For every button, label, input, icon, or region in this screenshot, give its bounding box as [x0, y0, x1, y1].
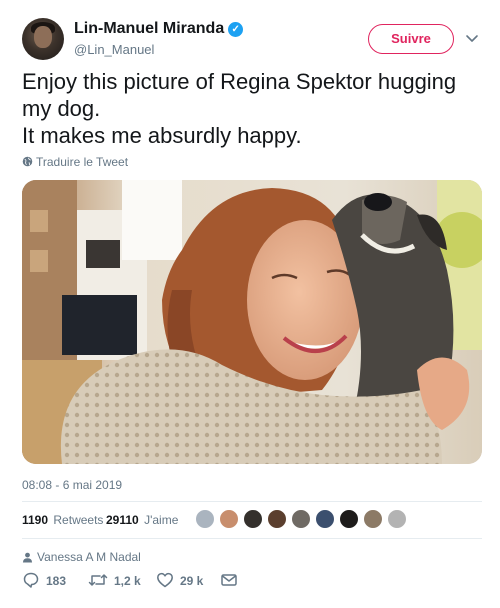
tweet-header: Lin-Manuel Miranda ✓ @Lin_Manuel Suivre — [22, 18, 482, 62]
liker-avatar[interactable] — [338, 508, 360, 530]
liker-avatar[interactable] — [266, 508, 288, 530]
social-context[interactable]: Vanessa A M Nadal — [22, 550, 141, 564]
reply-button[interactable]: 183 — [22, 571, 66, 593]
like-count: 29 k — [180, 574, 204, 588]
social-context-name: Vanessa A M Nadal — [37, 550, 141, 564]
liker-avatar[interactable] — [242, 508, 264, 530]
person-icon — [22, 552, 33, 563]
reply-icon — [23, 572, 39, 588]
tweet-text-line: Enjoy this picture of Regina Spektor hug… — [22, 69, 457, 94]
direct-message-icon — [221, 574, 237, 586]
handle[interactable]: @Lin_Manuel — [74, 42, 154, 57]
tweet-stats: 1190 Retweets 29110 J'aime — [22, 506, 482, 534]
liker-avatar[interactable] — [386, 508, 408, 530]
liker-avatar[interactable] — [362, 508, 384, 530]
display-name[interactable]: Lin-Manuel Miranda ✓ — [74, 20, 244, 38]
retweet-icon — [88, 574, 108, 586]
avatar[interactable] — [22, 18, 64, 60]
tweet-text-line: It makes me absurdly happy. — [22, 123, 302, 148]
globe-icon — [22, 156, 33, 167]
likes-label: J'aime — [144, 513, 179, 527]
tweet-actions: 183 1,2 k 29 k — [22, 571, 482, 593]
verified-badge-icon: ✓ — [228, 22, 244, 37]
liker-avatar[interactable] — [314, 508, 336, 530]
follow-button[interactable]: Suivre — [368, 24, 454, 54]
retweets-label: Retweets — [53, 513, 104, 527]
display-name-text: Lin-Manuel Miranda — [74, 20, 225, 37]
retweets-stat[interactable]: 1190 Retweets — [22, 513, 103, 527]
reply-count: 183 — [46, 574, 67, 588]
retweet-count: 1,2 k — [114, 574, 141, 588]
tweet-photo[interactable] — [22, 180, 482, 464]
likes-stat[interactable]: 29110 J'aime — [106, 513, 178, 527]
likes-count: 29110 — [106, 513, 139, 527]
liker-avatar[interactable] — [290, 508, 312, 530]
translate-label: Traduire le Tweet — [36, 155, 129, 169]
translate-tweet-link[interactable]: Traduire le Tweet — [22, 155, 128, 169]
photo-image — [22, 180, 482, 464]
chevron-down-icon[interactable] — [462, 28, 482, 48]
liker-avatar[interactable] — [218, 508, 240, 530]
divider — [22, 501, 482, 502]
retweet-button[interactable]: 1,2 k — [88, 571, 141, 593]
direct-message-button[interactable] — [220, 571, 244, 593]
tweet-text: Enjoy this picture of Regina Spektor hug… — [22, 68, 482, 149]
heart-icon — [157, 572, 173, 588]
retweets-count: 1190 — [22, 513, 49, 527]
tweet-text-line: my dog. — [22, 96, 101, 121]
liker-avatar[interactable] — [194, 508, 216, 530]
like-button[interactable]: 29 k — [156, 571, 203, 593]
divider — [22, 538, 482, 539]
tweet-timestamp[interactable]: 08:08 - 6 mai 2019 — [22, 478, 122, 492]
